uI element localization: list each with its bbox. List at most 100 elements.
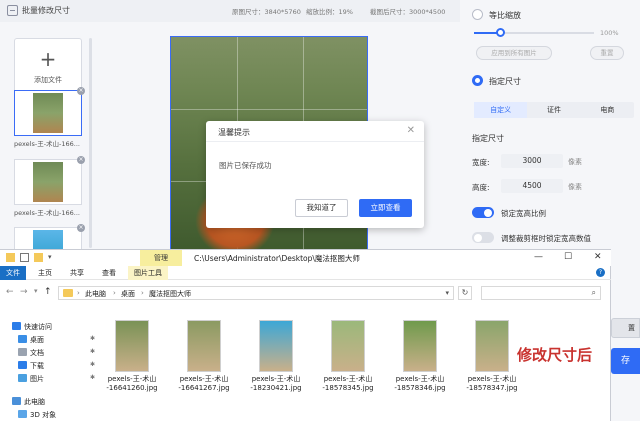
pin-icon: ✱ [90,374,96,381]
lock-ratio-toggle[interactable] [472,207,494,218]
image-thumbnail [115,320,149,372]
after-resize-caption: 修改尺寸后 [517,346,593,364]
breadcrumb-this-pc[interactable]: 此电脑 [85,289,106,299]
close-icon[interactable]: ✕ [594,252,602,262]
ribbon-tab-home[interactable]: 主页 [32,266,58,280]
specified-size-label: 指定尺寸 [489,77,521,86]
lock-crop-values-toggle[interactable] [472,232,494,243]
file-explorer-window: ▾ 管理 C:\Users\Administrator\Desktop\魔法抠图… [0,249,611,421]
bg-partial-button[interactable]: 置 [611,318,640,338]
file-name: pexels-王-术山 -16641267.jpg [178,375,230,392]
remove-thumbnail-icon[interactable]: × [77,156,85,164]
height-label: 高度: [472,183,490,192]
dialog-close-icon[interactable]: ✕ [407,125,415,136]
file-item[interactable]: pexels-王-术山 -18578345.jpg [313,320,383,393]
ribbon-tab-view[interactable]: 查看 [96,266,122,280]
sidebar-item-pictures[interactable]: 图片 ✱ [18,374,95,384]
search-icon: ⌕ [591,288,596,297]
height-input[interactable]: 4500 [501,179,563,193]
file-item[interactable]: pexels-王-术山 -16641267.jpg [169,320,239,393]
minimize-icon[interactable]: — [534,252,543,262]
up-arrow-icon[interactable]: ↑ [44,287,52,297]
image-thumbnail [331,320,365,372]
toggle-knob [484,208,492,217]
tab-ecommerce[interactable]: 电商 [581,102,634,118]
dialog-title: 温馨提示 [218,128,250,137]
breadcrumb-desktop[interactable]: 桌面 [121,289,135,299]
document-icon [18,348,27,356]
new-folder-icon[interactable] [34,253,43,262]
file-name: pexels-王-术山 -18578347.jpg [466,375,518,392]
app-title: 批量修改尺寸 [22,6,70,15]
view-now-button[interactable]: 立即查看 [359,199,412,217]
sidebar-item-this-pc[interactable]: 此电脑 [12,397,45,407]
tab-custom[interactable]: 自定义 [474,102,528,118]
search-input[interactable]: ⌕ [481,286,601,300]
address-dropdown-icon[interactable]: ▾ [445,289,449,297]
size-preset-tabs: 自定义 证件 电商 [474,102,634,118]
pin-icon: ✱ [90,335,96,342]
thumbnail-item[interactable]: × [14,87,85,136]
toggle-knob [474,233,482,242]
tab-id-photo[interactable]: 证件 [527,102,580,118]
thumbnail-item[interactable]: × [14,156,85,205]
scale-ratio-text: 缩放比例：19% [306,8,353,16]
app-logo-icon [7,5,18,16]
refresh-icon[interactable]: ↻ [458,286,472,300]
thumbnail-scrollbar[interactable] [89,38,92,248]
properties-icon[interactable] [20,253,29,262]
ribbon-tab-picture-tools[interactable]: 图片工具 [128,266,168,280]
proportional-scale-radio[interactable] [472,9,483,20]
add-file-button[interactable]: + 添加文件 [14,38,82,98]
pin-icon: ✱ [90,361,96,368]
customize-quick-access-icon[interactable]: ▾ [48,253,57,262]
picture-icon [18,374,27,382]
download-icon [18,361,27,369]
address-bar[interactable]: › 此电脑 › 桌面 › 魔法抠图大师 ▾ [58,286,454,300]
help-icon[interactable]: ? [596,268,605,277]
file-name: pexels-王-术山 -18578346.jpg [394,375,446,392]
remove-thumbnail-icon[interactable]: × [77,87,85,95]
manage-tab[interactable]: 管理 [140,250,182,266]
maximize-icon[interactable]: ☐ [564,252,572,262]
got-it-button[interactable]: 我知道了 [295,199,348,217]
file-item[interactable]: pexels-王-术山 -18578346.jpg [385,320,455,393]
file-name: pexels-王-术山 -18230421.jpg [250,375,302,392]
forward-arrow-icon[interactable]: → [20,287,28,297]
sidebar-item-3d-objects[interactable]: 3D 对象 [18,410,56,420]
file-item[interactable]: pexels-王-术山 -16641260.jpg [97,320,167,393]
save-success-dialog: 温馨提示 ✕ 图片已保存成功 我知道了 立即查看 [206,121,424,228]
back-arrow-icon[interactable]: ← [6,287,14,297]
sidebar-item-label: 下载 [30,362,44,370]
reset-button[interactable]: 重置 [590,46,624,60]
explorer-navigation-bar: ← → ▾ ↑ › 此电脑 › 桌面 › 魔法抠图大师 ▾ ↻ ⌕ [0,281,611,305]
height-unit: 像素 [568,183,582,191]
image-thumbnail [187,320,221,372]
sidebar-item-documents[interactable]: 文档 ✱ [18,348,95,358]
sidebar-item-quick-access[interactable]: 快速访问 [12,322,52,332]
bg-save-button[interactable]: 存 [611,348,640,374]
recent-locations-icon[interactable]: ▾ [34,287,38,295]
dialog-message: 图片已保存成功 [219,161,272,170]
breadcrumb-folder[interactable]: 魔法抠图大师 [149,289,191,299]
file-name: pexels-王-术山 -16641260.jpg [106,375,158,392]
specified-size-radio[interactable] [472,75,483,86]
width-input[interactable]: 3000 [501,154,563,168]
sidebar-item-desktop[interactable]: 桌面 ✱ [18,335,95,345]
sidebar-item-label: 3D 对象 [30,411,57,419]
explorer-ribbon: 文件 主页 共享 查看 图片工具 ? [0,266,611,280]
reset-label: 重置 [600,49,614,57]
explorer-sidebar: 快速访问 桌面 ✱ 文档 ✱ 下载 ✱ 图片 ✱ 此电脑 3D 对象 [0,317,96,421]
original-size-text: 原图尺寸：3840*5760 [232,8,301,16]
ribbon-tab-file[interactable]: 文件 [0,266,26,280]
ribbon-tab-share[interactable]: 共享 [64,266,90,280]
width-label: 宽度: [472,158,490,167]
scale-slider[interactable] [474,28,594,37]
sidebar-item-downloads[interactable]: 下载 ✱ [18,361,95,371]
remove-thumbnail-icon[interactable]: × [77,224,85,232]
proportional-scale-label: 等比缩放 [489,11,521,20]
explorer-titlebar: ▾ 管理 C:\Users\Administrator\Desktop\魔法抠图… [0,250,611,266]
apply-all-button[interactable]: 应用到所有图片 [476,46,552,60]
file-item[interactable]: pexels-王-术山 -18230421.jpg [241,320,311,393]
explorer-window-title: C:\Users\Administrator\Desktop\魔法抠图大师 [194,254,360,263]
